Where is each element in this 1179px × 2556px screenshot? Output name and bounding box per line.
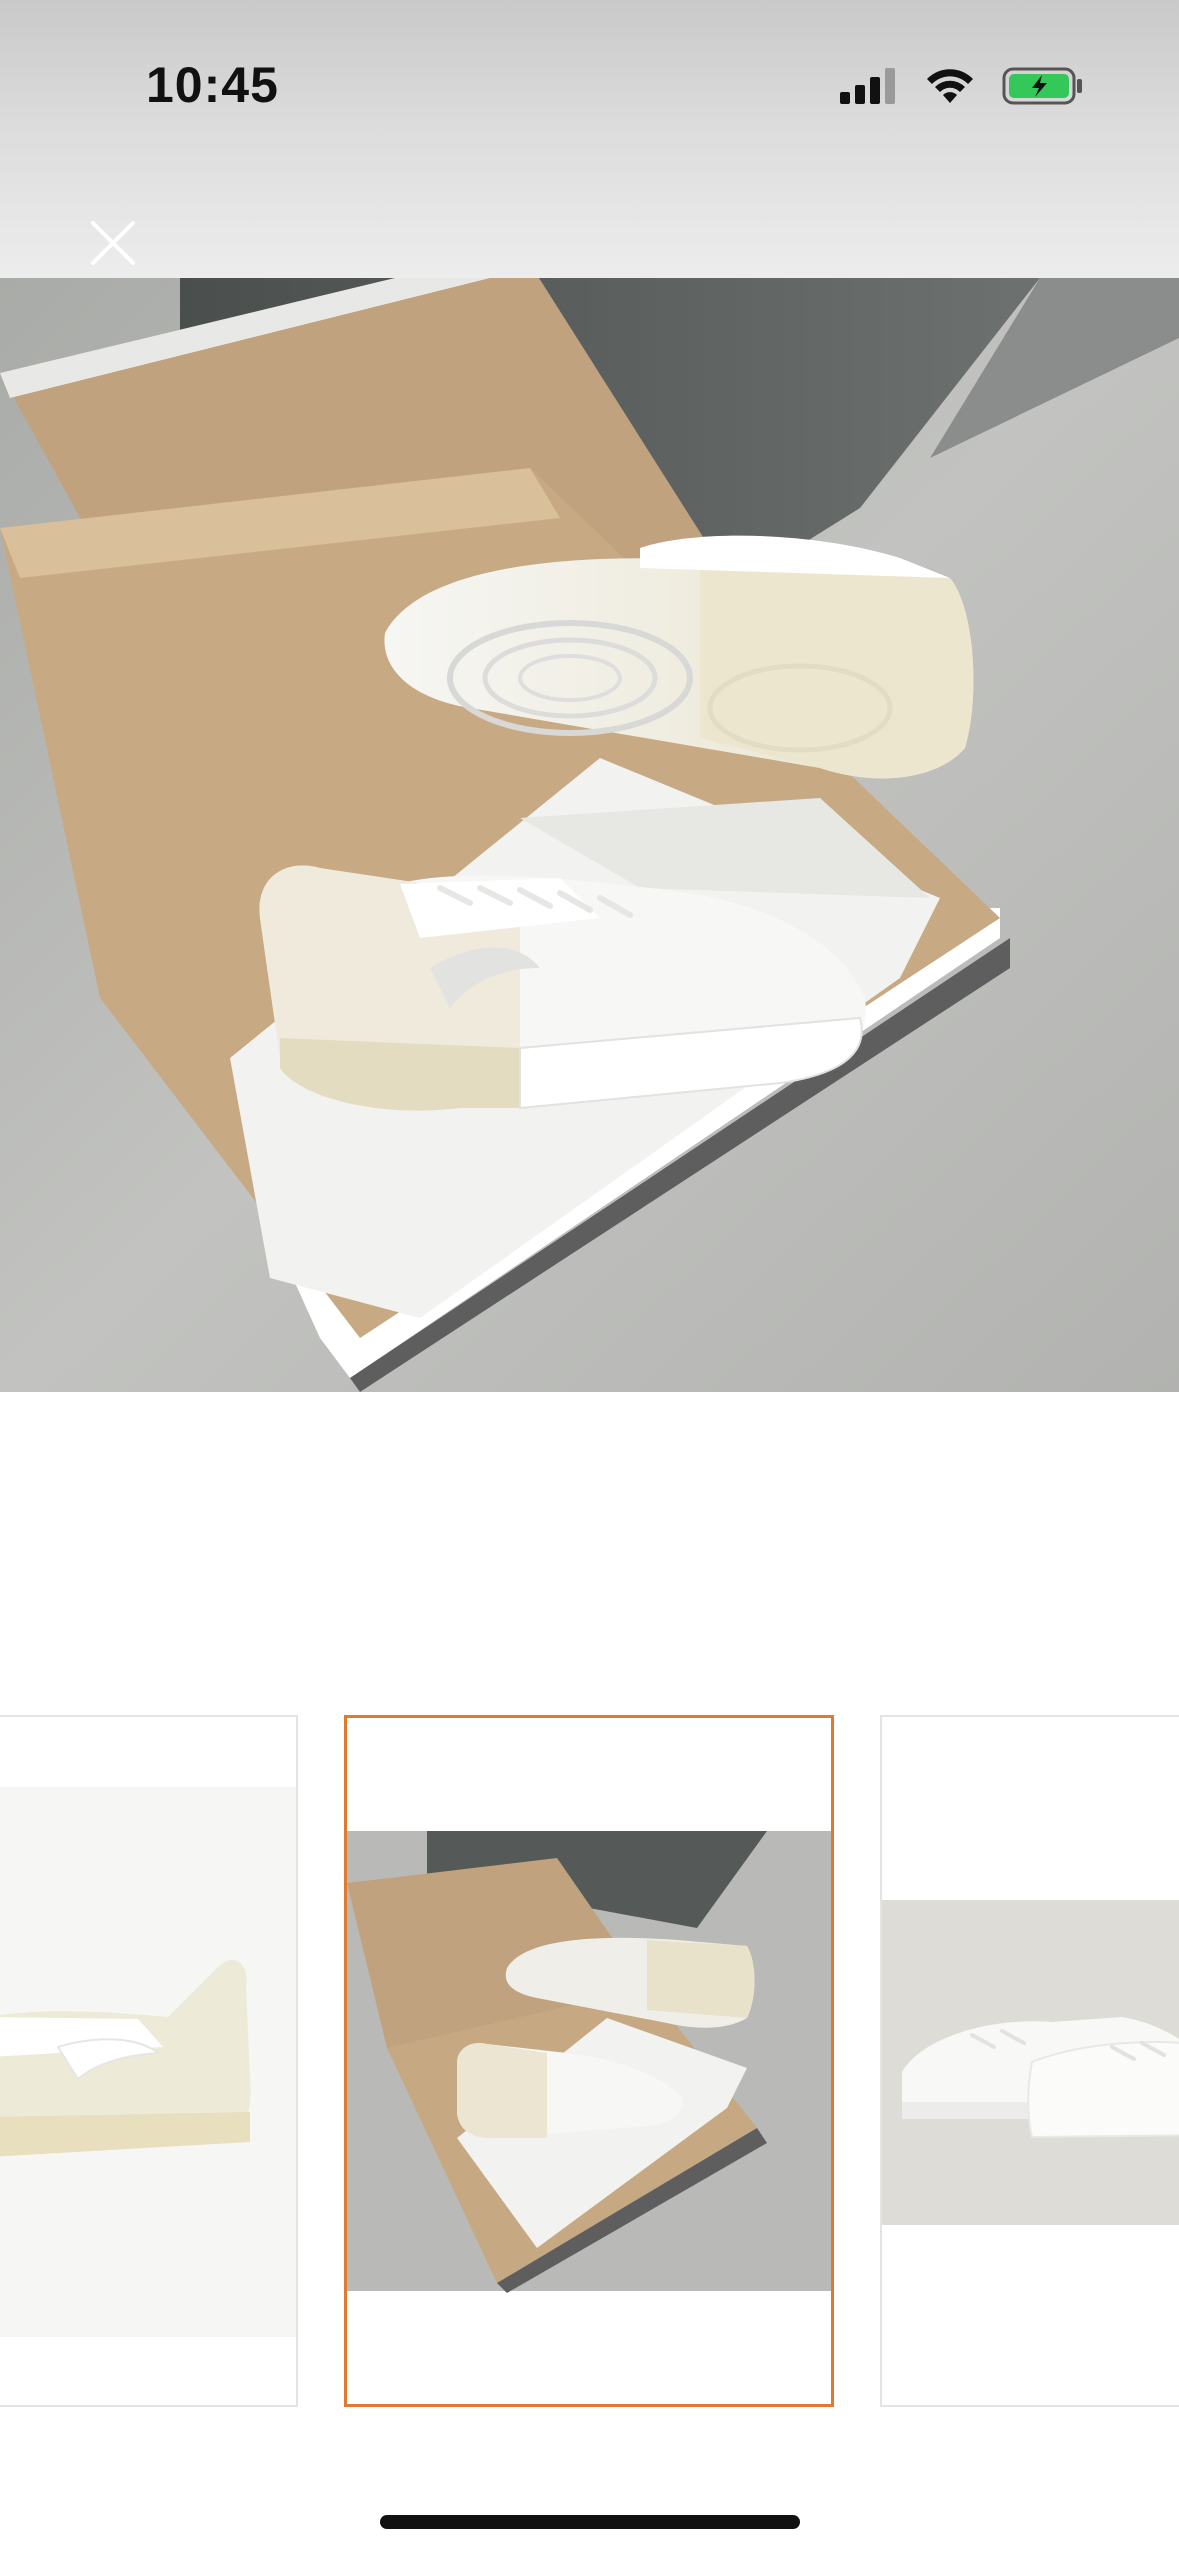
main-product-photo[interactable] <box>0 278 1179 1392</box>
top-bar: 10:45 <box>0 0 1179 278</box>
close-icon <box>91 221 135 265</box>
thumbnail-3[interactable] <box>880 1715 1179 2407</box>
thumbnail-2[interactable] <box>344 1715 834 2407</box>
image-viewer-screen: 10:45 <box>0 0 1179 2556</box>
home-indicator[interactable] <box>380 2515 800 2529</box>
close-button[interactable] <box>88 218 138 268</box>
status-icons <box>840 66 1084 111</box>
thumbnail-1[interactable] <box>0 1715 298 2407</box>
status-time: 10:45 <box>146 57 279 113</box>
battery-charging-icon <box>1002 66 1084 111</box>
cellular-signal-icon <box>840 68 898 109</box>
wifi-icon <box>924 67 976 110</box>
